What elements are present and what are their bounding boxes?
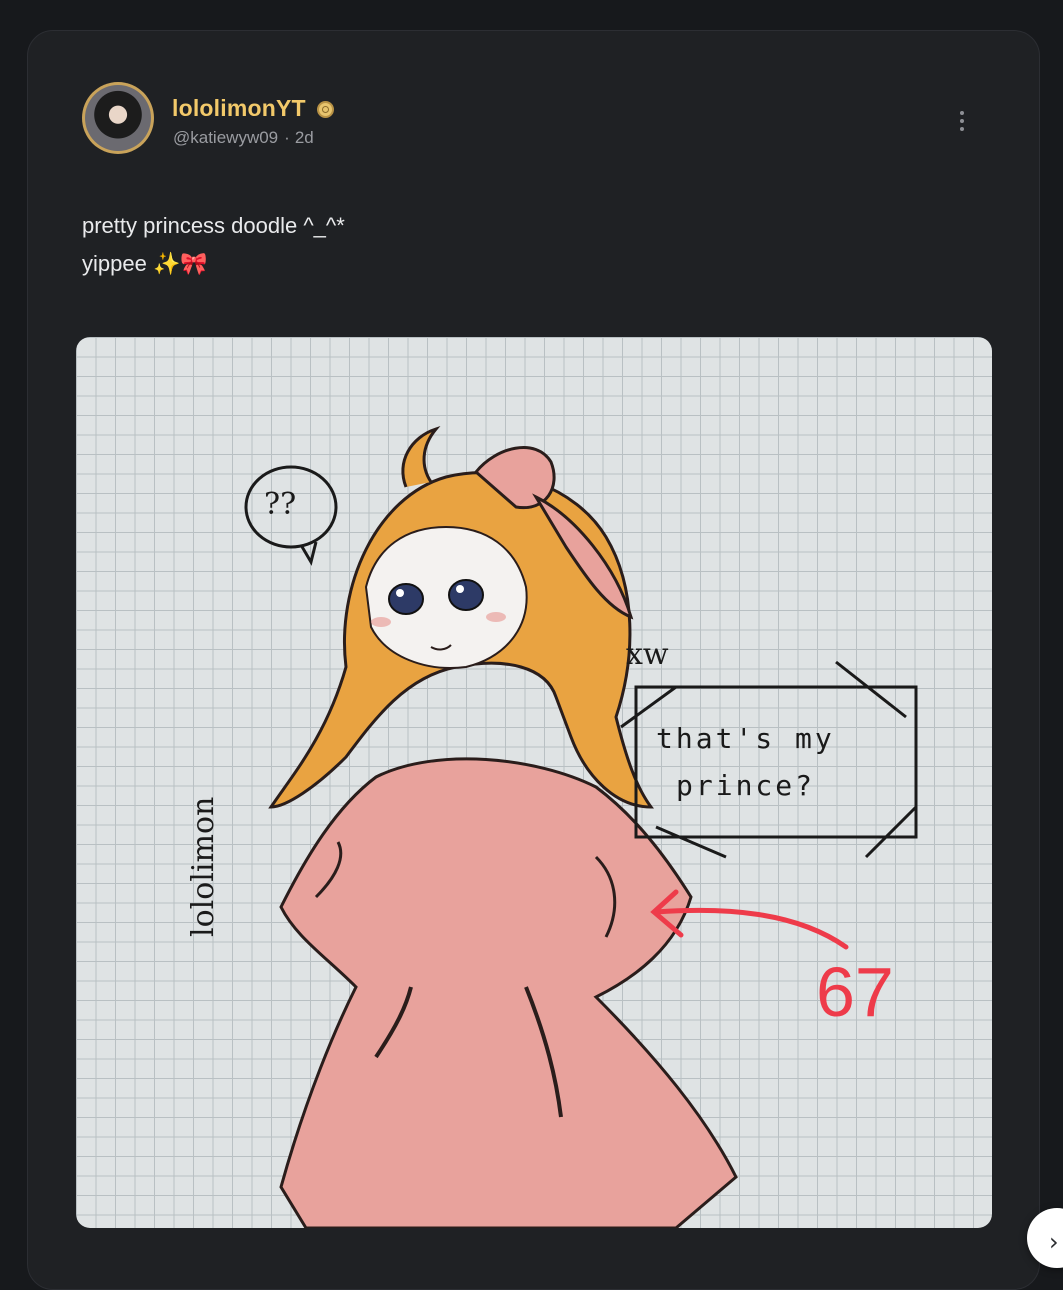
author-meta-row: @katiewyw09 · 2d (173, 128, 314, 148)
avatar-image (85, 85, 151, 151)
ellipsis-dot (960, 127, 964, 131)
vertical-ellipsis-icon (960, 111, 964, 115)
verified-badge-icon (316, 101, 334, 118)
sign-box (634, 685, 918, 839)
post-text-line-2: yippee ✨🎀 (82, 251, 208, 276)
sign-text-line-2: prince? (676, 769, 816, 802)
signature-text: lololimon (186, 796, 221, 937)
side-word: xw (626, 637, 669, 672)
post-text-line-1: pretty princess doodle ^_^* (82, 213, 345, 238)
annotation-number: 67 (816, 953, 894, 1031)
author-display-name[interactable]: lololimonYT (172, 95, 306, 122)
chevron-right-icon: › (1049, 1228, 1059, 1256)
sign-text-line-1: that's my (656, 722, 835, 755)
author-name-row: lololimonYT (172, 95, 334, 122)
dress-shape (279, 757, 738, 1228)
post-image[interactable]: ?? that's my prince? 67 lololimon xw (76, 337, 992, 1228)
avatar[interactable] (82, 82, 154, 154)
post-card: lololimonYT @katiewyw09 · 2d pretty prin… (27, 30, 1040, 1290)
speech-bubble-text: ?? (264, 487, 297, 522)
meta-separator: · (284, 128, 290, 147)
ellipsis-dot (960, 119, 964, 123)
post-body: pretty princess doodle ^_^* yippee ✨🎀 (82, 207, 345, 283)
author-handle[interactable]: @katiewyw09 (173, 128, 278, 148)
more-options-button[interactable] (948, 107, 976, 135)
doodle-drawing (244, 425, 918, 1228)
post-timestamp[interactable]: 2d (295, 128, 314, 148)
